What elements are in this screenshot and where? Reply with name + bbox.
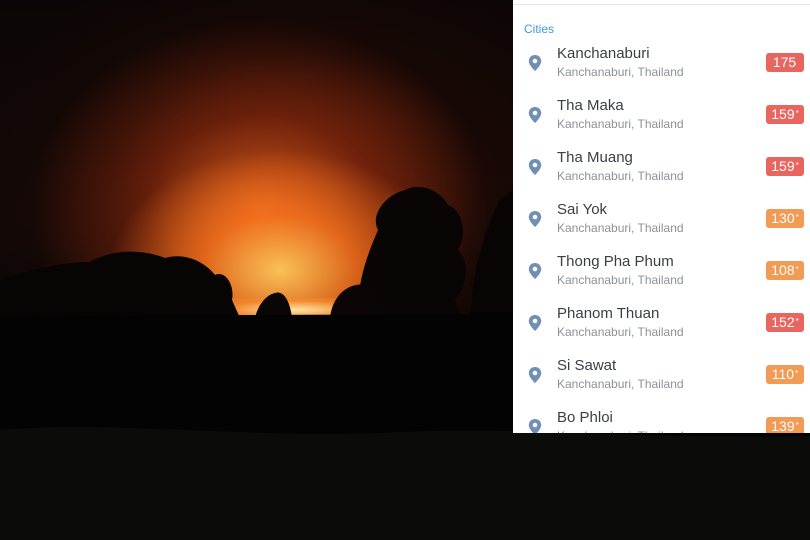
aqi-badge: 175 (766, 53, 804, 72)
aqi-badge: 110* (766, 365, 804, 384)
aqi-badge: 159* (766, 157, 804, 176)
aqi-estimate-mark: * (795, 265, 799, 274)
aqi-badge: 108* (766, 261, 804, 280)
location-pin-icon (528, 367, 542, 383)
city-name: Si Sawat (557, 357, 617, 374)
aqi-estimate-mark: * (795, 161, 799, 170)
city-location: Kanchanaburi, Thailand (557, 65, 684, 79)
city-list-item[interactable]: Kanchanaburi Kanchanaburi, Thailand 175 (513, 37, 810, 89)
city-name: Tha Maka (557, 97, 624, 114)
divider (513, 4, 810, 5)
aqi-estimate-mark: * (795, 369, 799, 378)
aqi-value: 108 (771, 262, 795, 278)
city-location: Kanchanaburi, Thailand (557, 377, 684, 391)
aqi-estimate-mark: * (795, 109, 799, 118)
location-pin-icon (528, 55, 542, 71)
city-list-item[interactable]: Bo Phloi Kanchanaburi, Thailand 139* (513, 401, 810, 433)
city-location: Kanchanaburi, Thailand (557, 325, 684, 339)
city-name: Thong Pha Phum (557, 253, 674, 270)
city-list-item[interactable]: Thong Pha Phum Kanchanaburi, Thailand 108* (513, 245, 810, 297)
city-location: Kanchanaburi, Thailand (557, 117, 684, 131)
city-location: Kanchanaburi, Thailand (557, 221, 684, 235)
aqi-value: 139 (771, 418, 795, 433)
city-location: Kanchanaburi, Thailand (557, 273, 684, 287)
city-list: Kanchanaburi Kanchanaburi, Thailand 175 Tha… (513, 37, 810, 433)
city-name: Phanom Thuan (557, 305, 660, 322)
city-list-item[interactable]: Phanom Thuan Kanchanaburi, Thailand 152* (513, 297, 810, 349)
location-pin-icon (528, 211, 542, 227)
city-list-item[interactable]: Tha Muang Kanchanaburi, Thailand 159* (513, 141, 810, 193)
aqi-estimate-mark: * (795, 317, 799, 326)
aqi-badge: 152* (766, 313, 804, 332)
aqi-value: 152 (771, 314, 795, 330)
city-list-item[interactable]: Tha Maka Kanchanaburi, Thailand 159* (513, 89, 810, 141)
location-pin-icon (528, 263, 542, 279)
city-location: Kanchanaburi, Thailand (557, 169, 684, 183)
city-name: Tha Muang (557, 149, 633, 166)
city-name: Sai Yok (557, 201, 608, 218)
aqi-value: 159 (771, 106, 795, 122)
aqi-badge: 139* (766, 417, 804, 433)
aqi-value: 110 (771, 366, 795, 382)
section-header-cities: Cities (524, 22, 555, 36)
cities-panel: Cities Kanchanaburi Kanchanaburi, Thailan… (513, 0, 810, 433)
city-name: Bo Phloi (557, 409, 613, 426)
location-pin-icon (528, 419, 542, 433)
aqi-estimate-mark: * (795, 421, 799, 430)
aqi-badge: 130* (766, 209, 804, 228)
location-pin-icon (528, 315, 542, 331)
city-list-item[interactable]: Si Sawat Kanchanaburi, Thailand 110* (513, 349, 810, 401)
aqi-value: 130 (771, 210, 795, 226)
city-list-item[interactable]: Sai Yok Kanchanaburi, Thailand 130* (513, 193, 810, 245)
aqi-value: 159 (771, 158, 795, 174)
aqi-value: 175 (772, 54, 797, 70)
location-pin-icon (528, 107, 542, 123)
location-pin-icon (528, 159, 542, 175)
city-name: Kanchanaburi (557, 45, 650, 62)
city-location: Kanchanaburi, Thailand (557, 429, 684, 433)
aqi-estimate-mark: * (795, 213, 799, 222)
aqi-badge: 159* (766, 105, 804, 124)
